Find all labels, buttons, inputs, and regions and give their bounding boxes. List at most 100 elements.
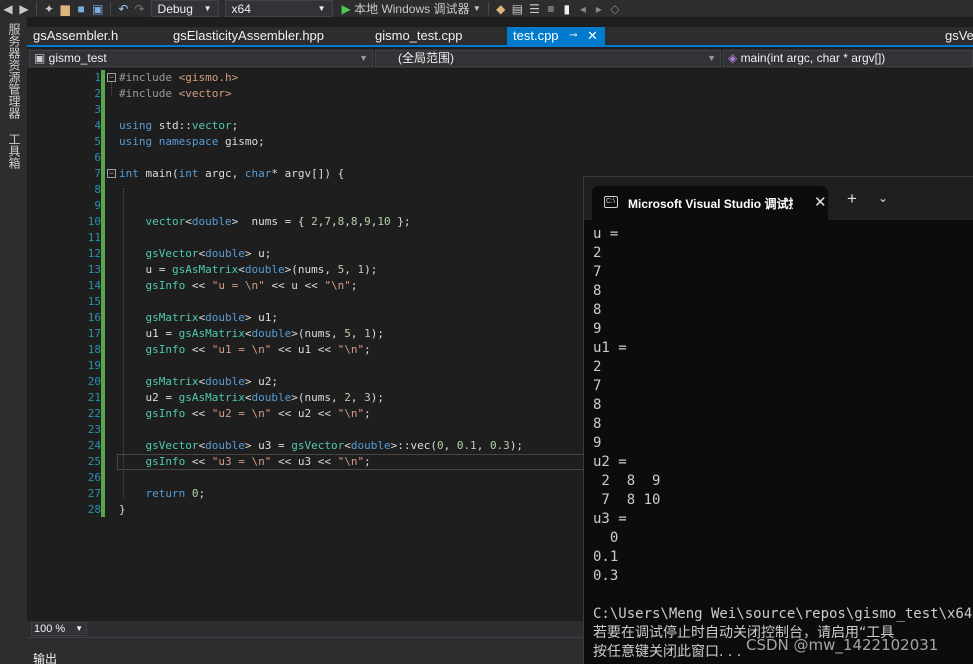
line-number: 14: [87, 279, 101, 292]
code-line[interactable]: int main(int argc, char* argv[]) {: [119, 166, 344, 182]
line-number: 22: [87, 407, 101, 420]
member-select[interactable]: ◈ main(int argc, char * argv[]): [723, 50, 973, 67]
code-line[interactable]: gsInfo << "u1 = \n" << u1 << "\n";: [119, 342, 371, 358]
chevron-down-icon: ▼: [359, 53, 368, 63]
fold-toggle-icon[interactable]: −: [107, 169, 116, 178]
line-number: 11: [87, 231, 101, 244]
document-tabs: gsAssembler.h gsElasticityAssembler.hpp …: [27, 27, 973, 47]
console-line: u =: [593, 226, 619, 242]
fold-guide: [111, 82, 112, 96]
open-folder-icon[interactable]: ▆: [57, 0, 73, 17]
code-line[interactable]: gsVector<double> u;: [119, 246, 272, 262]
console-line: 8: [593, 416, 602, 432]
project-select[interactable]: ▣ gismo_test ▼: [29, 50, 373, 67]
console-line: 按任意键关闭此窗口. . .: [593, 644, 742, 660]
line-number: 2: [94, 87, 101, 100]
line-number: 20: [87, 375, 101, 388]
indent-guide: [123, 188, 124, 498]
console-line: 2: [593, 245, 602, 261]
tab-test-cpp[interactable]: test.cpp ⊸ ✕: [507, 27, 605, 45]
prev-bookmark-icon[interactable]: ◂: [575, 0, 591, 17]
console-line: 0.3: [593, 568, 619, 584]
line-number-gutter: 1 2 3 4 5 6 7 8 9 10 11 12 13 14 15 16 17 18 19 20 21 22 23 24 2…: [45, 68, 103, 621]
debug-console-window[interactable]: C:\ Microsoft Visual Studio 调试控制台 ✕ + ⌄ …: [583, 176, 973, 664]
console-line: 2: [593, 359, 602, 375]
undo-icon[interactable]: ↶: [115, 0, 131, 17]
line-number: 5: [94, 135, 101, 148]
forward-icon[interactable]: ▶: [16, 0, 32, 17]
zoom-value: 100 %: [34, 623, 66, 635]
code-line[interactable]: gsMatrix<double> u2;: [119, 374, 278, 390]
tab-gismo-test-cpp[interactable]: gismo_test.cpp: [369, 27, 468, 45]
console-line: u3 =: [593, 511, 627, 527]
chevron-down-icon: ▼: [75, 624, 83, 633]
toolbar-separator: [36, 2, 37, 15]
fold-toggle-icon[interactable]: −: [107, 73, 116, 82]
attach-icon[interactable]: ◆: [493, 0, 509, 17]
code-line[interactable]: }: [119, 502, 126, 518]
pin-icon[interactable]: ⊸: [569, 27, 577, 45]
code-line[interactable]: u1 = gsAsMatrix<double>(nums, 5, 1);: [119, 326, 383, 342]
scope-select[interactable]: (全局范围) ▼: [375, 50, 721, 67]
line-number: 26: [87, 471, 101, 484]
code-line[interactable]: vector<double> nums = { 2,7,8,8,9,10 };: [119, 214, 411, 230]
platform-value: x64: [231, 1, 251, 16]
run-debugger-button[interactable]: ▶ 本地 Windows 调试器 ▼: [336, 0, 484, 17]
code-line[interactable]: using std::vector;: [119, 118, 238, 134]
add-tab-icon[interactable]: +: [847, 189, 857, 209]
toolbar-separator: [110, 2, 112, 15]
play-icon: ▶: [341, 1, 351, 16]
code-line[interactable]: gsInfo << "u = \n" << u << "\n";: [119, 278, 358, 294]
side-tool-strip: 服务器资源管理器 工具箱: [0, 17, 27, 664]
console-line: 8: [593, 283, 602, 299]
save-icon[interactable]: ■: [73, 0, 89, 17]
line-number: 1: [94, 71, 101, 84]
save-all-icon[interactable]: ▣: [89, 0, 106, 17]
line-number: 19: [87, 359, 101, 372]
configuration-select[interactable]: Debug ▼: [150, 0, 219, 17]
server-explorer-tab[interactable]: 服务器资源管理器: [6, 23, 23, 119]
code-line[interactable]: gsVector<double> u3 = gsVector<double>::…: [119, 438, 524, 454]
next-bookmark-icon[interactable]: ▸: [591, 0, 607, 17]
watermark-text: CSDN @mw_1422102031: [746, 636, 939, 654]
bookmark-icon[interactable]: ▮: [559, 0, 575, 17]
code-line[interactable]: u2 = gsAsMatrix<double>(nums, 2, 3);: [119, 390, 383, 406]
console-tab-title: Microsoft Visual Studio 调试控制台: [628, 197, 793, 211]
configuration-value: Debug: [157, 1, 193, 16]
scope-value: (全局范围): [398, 51, 454, 65]
line-number: 15: [87, 295, 101, 308]
line-number: 24: [87, 439, 101, 452]
line-number: 27: [87, 487, 101, 500]
tab-gsvector[interactable]: gsVe: [939, 27, 973, 45]
change-tracking-bar: [101, 70, 105, 517]
code-line[interactable]: #include <gismo.h>: [119, 70, 238, 86]
back-icon[interactable]: ◀: [0, 0, 16, 17]
close-icon[interactable]: ✕: [587, 27, 598, 45]
line-number: 9: [94, 199, 101, 212]
code-line[interactable]: gsInfo << "u2 = \n" << u2 << "\n";: [119, 406, 371, 422]
tab-gsassembler-h[interactable]: gsAssembler.h: [27, 27, 124, 45]
line-number: 7: [94, 167, 101, 180]
redo-icon[interactable]: ↷: [131, 0, 147, 17]
clear-bookmarks-icon[interactable]: ◇: [607, 0, 623, 17]
chevron-down-icon: ▼: [317, 4, 326, 13]
code-line[interactable]: using namespace gismo;: [119, 134, 265, 150]
code-line[interactable]: gsMatrix<double> u1;: [119, 310, 278, 326]
uncomment-icon[interactable]: ≡: [543, 0, 559, 17]
close-icon[interactable]: ✕: [814, 193, 827, 211]
line-number: 8: [94, 183, 101, 196]
zoom-select[interactable]: 100 % ▼: [31, 622, 87, 636]
console-line: u2 =: [593, 454, 627, 470]
diagnostics-icon[interactable]: ▤: [509, 0, 526, 17]
code-line[interactable]: return 0;: [119, 486, 206, 502]
code-line[interactable]: u = gsAsMatrix<double>(nums, 5, 1);: [119, 262, 377, 278]
comment-icon[interactable]: ☰: [526, 0, 543, 17]
tab-gselasticityassembler-hpp[interactable]: gsElasticityAssembler.hpp: [167, 27, 330, 45]
chevron-down-icon[interactable]: ⌄: [878, 191, 888, 205]
console-tab[interactable]: C:\ Microsoft Visual Studio 调试控制台 ✕: [592, 186, 828, 220]
toolbox-tab[interactable]: 工具箱: [6, 133, 23, 169]
code-line[interactable]: #include <vector>: [119, 86, 232, 102]
method-icon: ◈: [728, 51, 741, 65]
new-project-icon[interactable]: ✦: [41, 0, 57, 17]
platform-select[interactable]: x64 ▼: [224, 0, 333, 17]
